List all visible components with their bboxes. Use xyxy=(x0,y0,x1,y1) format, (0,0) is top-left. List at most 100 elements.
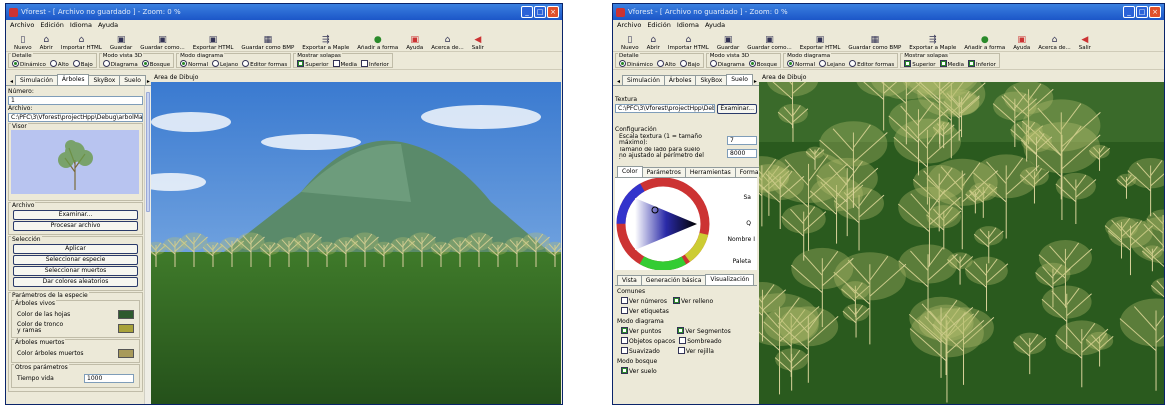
check-media[interactable]: Media xyxy=(333,60,358,68)
title-bar[interactable]: Vforest - [ Archivo no guardado ] - Zoom… xyxy=(613,4,1164,20)
tab-suelo[interactable]: Suelo xyxy=(726,74,753,85)
close-icon[interactable]: × xyxy=(1149,6,1161,18)
radio-bajo[interactable]: Bajo xyxy=(73,60,93,68)
tab-suelo[interactable]: Suelo xyxy=(119,75,146,85)
exportar-html-button[interactable]: ▣ Exportar HTML xyxy=(189,30,238,51)
radio-alto[interactable]: Alto xyxy=(657,60,676,68)
numero-input[interactable]: 1 xyxy=(8,96,143,105)
aplicar-button[interactable]: Aplicar xyxy=(13,244,138,254)
radio-bosque[interactable]: Bosque xyxy=(142,60,170,68)
guardar-como-button[interactable]: ▣ Guardar como... xyxy=(136,30,188,51)
tab-arboles[interactable]: Árboles xyxy=(56,74,90,85)
tab-arboles[interactable]: Árboles xyxy=(663,75,697,85)
radio-lejano[interactable]: Lejano xyxy=(819,60,845,68)
hojas-color-swatch[interactable] xyxy=(118,309,134,319)
abrir-button[interactable]: ⌂ Abrir xyxy=(643,30,664,51)
menu-edicion[interactable]: Edición xyxy=(647,21,671,29)
ayuda-button[interactable]: ▣ Ayuda xyxy=(402,30,427,51)
check-ver-segmentos[interactable]: Ver Segmentos xyxy=(677,327,731,337)
tab-scroll-left-icon[interactable]: ◂ xyxy=(8,78,15,85)
acerca-button[interactable]: ⌂ Acerca de... xyxy=(427,30,467,51)
seleccionar-muertos-button[interactable]: Seleccionar muertos xyxy=(13,266,138,276)
tab-scroll-left-icon[interactable]: ◂ xyxy=(615,78,622,85)
procesar-archivo-button[interactable]: Procesar archivo xyxy=(13,221,138,231)
guardar-como-button[interactable]: ▣ Guardar como... xyxy=(743,30,795,51)
tab-simulacion[interactable]: Simulación xyxy=(622,75,665,85)
radio-dinamico[interactable]: Dinámico xyxy=(619,60,653,68)
seleccionar-especie-button[interactable]: Seleccionar especie xyxy=(13,255,138,265)
menu-ayuda[interactable]: Ayuda xyxy=(705,21,725,29)
tiempo-vida-input[interactable]: 1000 xyxy=(84,373,134,383)
radio-diagrama[interactable]: Diagrama xyxy=(103,60,138,68)
check-sombreado[interactable]: Sombreado xyxy=(679,337,721,347)
ayuda-button[interactable]: ▣ Ayuda xyxy=(1009,30,1034,51)
tab-skybox[interactable]: SkyBox xyxy=(88,75,121,85)
check-objetos-opacos[interactable]: Objetos opacos xyxy=(621,337,675,347)
tab-scroll-right-icon[interactable]: ▸ xyxy=(752,78,759,85)
check-inferior[interactable]: Inferior xyxy=(361,60,389,68)
examinar-button[interactable]: Examinar... xyxy=(717,104,757,114)
tab-visualizacion[interactable]: Visualización xyxy=(705,274,755,285)
tab-generacion-basica[interactable]: Generación básica xyxy=(640,275,707,285)
menu-idioma[interactable]: Idioma xyxy=(70,21,92,29)
escala-input[interactable]: 7 xyxy=(727,135,757,145)
colores-aleatorios-button[interactable]: Dar colores aleatorios xyxy=(13,277,138,287)
radio-diagrama[interactable]: Diagrama xyxy=(710,60,745,68)
drawing-area[interactable]: Área de Dibujo xyxy=(151,74,562,404)
radio-alto[interactable]: Alto xyxy=(50,60,69,68)
check-inferior[interactable]: Inferior xyxy=(968,60,996,68)
salir-button[interactable]: ◀ Salir xyxy=(468,30,488,51)
anadir-forma-button[interactable]: ● Añadir a forma xyxy=(960,30,1009,51)
close-icon[interactable]: × xyxy=(547,6,559,18)
color-wheel[interactable] xyxy=(615,177,715,271)
radio-editor-formas[interactable]: Editor formas xyxy=(849,60,894,68)
salir-button[interactable]: ◀ Salir xyxy=(1075,30,1095,51)
importar-html-button[interactable]: ⌂ Importar HTML xyxy=(664,30,713,51)
menu-archivo[interactable]: Archivo xyxy=(10,21,34,29)
textura-input[interactable]: C:\PFC\3\Vforest\projectHpp\Debu xyxy=(615,104,716,113)
tab-simulacion[interactable]: Simulación xyxy=(15,75,58,85)
importar-html-button[interactable]: ⌂ Importar HTML xyxy=(57,30,106,51)
menu-idioma[interactable]: Idioma xyxy=(677,21,699,29)
guardar-button[interactable]: ▣ Guardar xyxy=(106,30,136,51)
check-ver-suelo[interactable]: Ver suelo xyxy=(621,368,657,375)
tab-vista[interactable]: Vista xyxy=(617,275,642,285)
tronco-color-swatch[interactable] xyxy=(118,323,134,333)
exportar-maple-button[interactable]: ⇶ Exportar a Maple xyxy=(905,30,960,51)
check-media[interactable]: Media xyxy=(940,60,965,68)
check-ver-rejilla[interactable]: Ver rejilla xyxy=(678,347,714,357)
tab-herramientas[interactable]: Herramientas xyxy=(684,167,736,177)
check-suavizado[interactable]: Suavizado xyxy=(621,347,660,357)
check-superior[interactable]: Superior xyxy=(297,60,328,68)
tamano-input[interactable]: 8000 xyxy=(727,148,757,158)
anadir-forma-button[interactable]: ● Añadir a forma xyxy=(353,30,402,51)
menu-edicion[interactable]: Edición xyxy=(40,21,64,29)
radio-lejano[interactable]: Lejano xyxy=(212,60,238,68)
title-bar[interactable]: Vforest - [ Archivo no guardado ] - Zoom… xyxy=(6,4,562,20)
radio-bajo[interactable]: Bajo xyxy=(680,60,700,68)
exportar-maple-button[interactable]: ⇶ Exportar a Maple xyxy=(298,30,353,51)
check-ver-puntos[interactable]: Ver puntos xyxy=(621,327,661,337)
tab-parametros[interactable]: Parámetros xyxy=(641,167,686,177)
maximize-icon[interactable]: □ xyxy=(534,6,546,18)
minimize-icon[interactable]: _ xyxy=(1123,6,1135,18)
nuevo-button[interactable]: ▯ Nuevo xyxy=(10,30,36,51)
minimize-icon[interactable]: _ xyxy=(521,6,533,18)
radio-bosque[interactable]: Bosque xyxy=(749,60,777,68)
scroll-thumb[interactable] xyxy=(146,92,150,212)
menu-archivo[interactable]: Archivo xyxy=(617,21,641,29)
guardar-button[interactable]: ▣ Guardar xyxy=(713,30,743,51)
abrir-button[interactable]: ⌂ Abrir xyxy=(36,30,57,51)
menu-ayuda[interactable]: Ayuda xyxy=(98,21,118,29)
acerca-button[interactable]: ⌂ Acerca de... xyxy=(1034,30,1074,51)
tab-color[interactable]: Color xyxy=(617,166,643,177)
muertos-color-swatch[interactable] xyxy=(118,348,134,358)
check-ver-etiquetas[interactable]: Ver etiquetas xyxy=(621,308,669,315)
check-ver-numeros[interactable]: Ver números xyxy=(621,297,667,307)
radio-normal[interactable]: Normal xyxy=(180,60,208,68)
guardar-bmp-button[interactable]: ▦ Guardar como BMP xyxy=(844,30,905,51)
radio-dinamico[interactable]: Dinámico xyxy=(12,60,46,68)
side-scrollbar[interactable] xyxy=(144,86,151,404)
archivo-input[interactable]: C:\PFC\3\Vforest\projectHpp\Debug\arbolM… xyxy=(8,113,143,122)
exportar-html-button[interactable]: ▣ Exportar HTML xyxy=(796,30,845,51)
